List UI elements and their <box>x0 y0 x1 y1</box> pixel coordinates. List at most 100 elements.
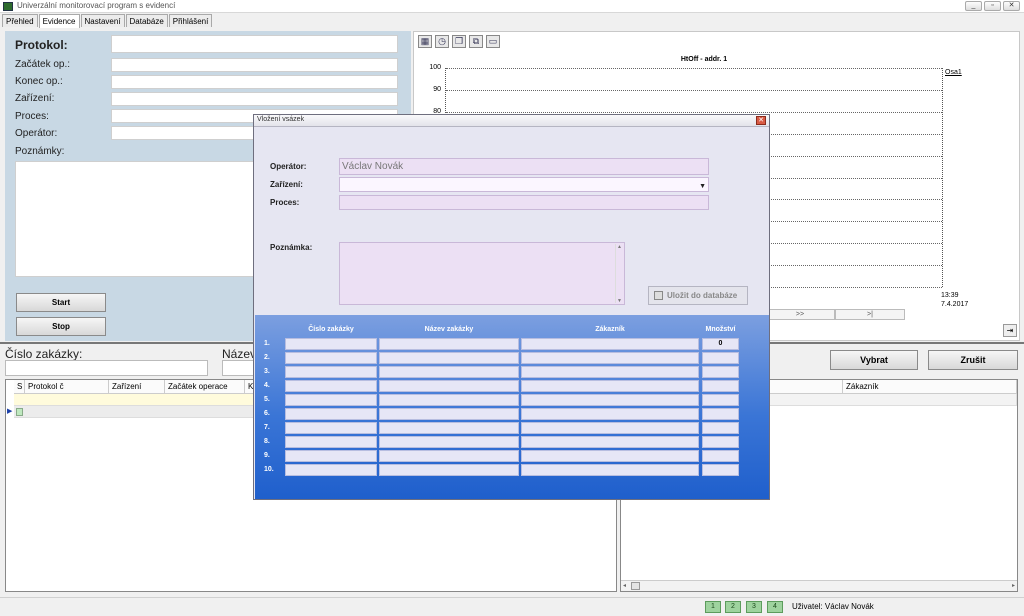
col-header-protokol[interactable]: Protokol č <box>25 380 109 394</box>
quantity-input[interactable] <box>702 422 739 434</box>
table-row[interactable] <box>763 394 1017 406</box>
zacatek-label: Začátek op.: <box>15 59 71 70</box>
quantity-input[interactable] <box>702 464 739 476</box>
dialog-poznamka-textarea[interactable]: ▲ ▼ <box>339 242 625 305</box>
tab-prehled[interactable]: Přehled <box>2 14 38 27</box>
print-icon[interactable]: ▭ <box>486 35 500 48</box>
expand-icon[interactable]: ⇥ <box>1003 324 1017 337</box>
close-button[interactable]: ✕ <box>1003 1 1020 11</box>
order-number-input[interactable] <box>285 366 377 378</box>
horizontal-scrollbar[interactable]: ◂ ▸ <box>621 580 1017 591</box>
dialog-zarizeni-select[interactable]: ▼ <box>339 177 709 192</box>
status-button-2[interactable]: 2 <box>725 601 741 613</box>
textarea-scrollbar[interactable]: ▲ ▼ <box>615 244 623 304</box>
clock-icon[interactable]: ◷ <box>435 35 449 48</box>
tab-prihlaseni[interactable]: Přihlášení <box>168 14 213 27</box>
order-number-input[interactable] <box>285 380 377 392</box>
row-pointer-icon: ▶ <box>7 408 13 415</box>
protokol-field[interactable] <box>111 35 398 53</box>
order-number-input[interactable] <box>285 464 377 476</box>
table-icon[interactable]: ▦ <box>418 35 432 48</box>
order-name-input[interactable] <box>379 366 519 378</box>
quantity-input[interactable] <box>702 352 739 364</box>
customer-input[interactable] <box>521 422 699 434</box>
zacatek-field[interactable] <box>111 58 398 72</box>
save-to-database-button[interactable]: Uložit do databáze <box>648 286 748 305</box>
order-number-input[interactable] <box>285 450 377 462</box>
table-row[interactable] <box>14 394 259 406</box>
quantity-input[interactable] <box>702 436 739 448</box>
scroll-right-icon[interactable]: ▸ <box>1012 582 1015 589</box>
order-number-input[interactable] <box>285 408 377 420</box>
restore-button[interactable]: ▫ <box>984 1 1001 11</box>
order-name-input[interactable] <box>379 352 519 364</box>
quantity-input[interactable] <box>702 408 739 420</box>
minimize-button[interactable]: _ <box>965 1 982 11</box>
cislo-zakazky-input[interactable] <box>5 360 208 376</box>
operator-label: Operátor: <box>15 128 58 139</box>
scroll-thumb[interactable] <box>631 582 640 590</box>
col-header-zacatek[interactable]: Začátek operace <box>165 380 245 394</box>
zarizeni-field[interactable] <box>111 92 398 106</box>
customer-input[interactable] <box>521 464 699 476</box>
customer-input[interactable] <box>521 450 699 462</box>
customer-input[interactable] <box>521 436 699 448</box>
customer-input[interactable] <box>521 408 699 420</box>
col-header-nazev-zakazky: Název zakázky <box>424 326 474 333</box>
order-number-input[interactable] <box>285 352 377 364</box>
customer-input[interactable] <box>521 366 699 378</box>
copy-icon[interactable]: ⧉ <box>469 35 483 48</box>
order-number-input[interactable] <box>285 422 377 434</box>
scroll-end-button[interactable]: >| <box>835 309 905 320</box>
col-header-zarizeni[interactable]: Zařízení <box>109 380 165 394</box>
col-header-s[interactable]: S <box>14 380 25 394</box>
date-label: 7.4.2017 <box>941 301 969 308</box>
col-header-partial[interactable]: y <box>763 380 843 394</box>
order-name-input[interactable] <box>379 408 519 420</box>
status-button-3[interactable]: 3 <box>746 601 762 613</box>
konec-field[interactable] <box>111 75 398 89</box>
vybrat-button[interactable]: Vybrat <box>830 350 918 370</box>
zrusit-button[interactable]: Zrušit <box>928 350 1018 370</box>
order-name-input[interactable] <box>379 380 519 392</box>
scroll-left-icon[interactable]: ◂ <box>623 582 626 589</box>
dialog-proces-label: Proces: <box>270 198 300 207</box>
customer-input[interactable] <box>521 394 699 406</box>
stop-button[interactable]: Stop <box>16 317 106 336</box>
status-button-4[interactable]: 4 <box>767 601 783 613</box>
row-checkbox[interactable] <box>16 408 23 416</box>
dialog-operator-field[interactable]: Václav Novák <box>339 158 709 175</box>
order-number-input[interactable] <box>285 338 377 350</box>
order-name-input[interactable] <box>379 338 519 350</box>
book-icon[interactable]: ❐ <box>452 35 466 48</box>
col-header-zakaznik[interactable]: Zákazník <box>843 380 1017 394</box>
tab-evidence[interactable]: Evidence <box>38 14 80 28</box>
scroll-forward-button[interactable]: >> <box>765 309 835 320</box>
order-name-input[interactable] <box>379 394 519 406</box>
order-number-input[interactable] <box>285 436 377 448</box>
start-button[interactable]: Start <box>16 293 106 312</box>
dialog-zarizeni-label: Zařízení: <box>270 180 303 189</box>
quantity-input[interactable] <box>702 450 739 462</box>
nazev-zakazky-input[interactable] <box>222 360 257 376</box>
quantity-input[interactable]: 0 <box>702 338 739 350</box>
order-name-input[interactable] <box>379 436 519 448</box>
status-button-1[interactable]: 1 <box>705 601 721 613</box>
dialog-proces-field[interactable] <box>339 195 709 210</box>
customer-input[interactable] <box>521 352 699 364</box>
order-name-input[interactable] <box>379 464 519 476</box>
dialog-close-icon[interactable]: ✕ <box>756 116 766 125</box>
order-name-input[interactable] <box>379 422 519 434</box>
legend-series[interactable]: Osa1 <box>945 69 962 76</box>
chevron-down-icon[interactable]: ▼ <box>699 180 706 193</box>
quantity-input[interactable] <box>702 394 739 406</box>
customer-input[interactable] <box>521 380 699 392</box>
tab-databaze[interactable]: Databáze <box>125 14 168 27</box>
customer-input[interactable] <box>521 338 699 350</box>
quantity-input[interactable] <box>702 366 739 378</box>
tab-nastaveni[interactable]: Nastavení <box>80 14 125 27</box>
order-number-input[interactable] <box>285 394 377 406</box>
order-name-input[interactable] <box>379 450 519 462</box>
quantity-input[interactable] <box>702 380 739 392</box>
table-row[interactable] <box>14 406 259 418</box>
